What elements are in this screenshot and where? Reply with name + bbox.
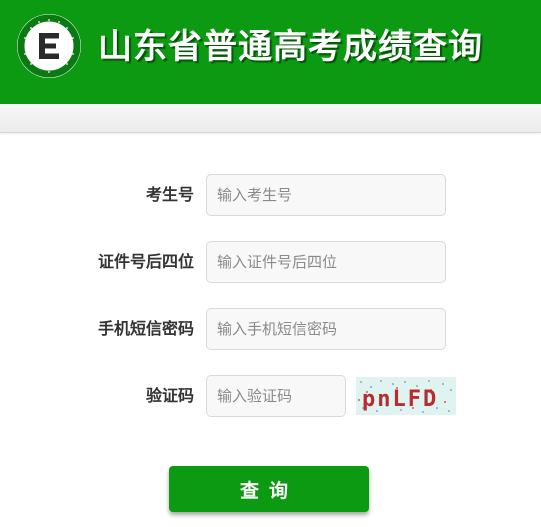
form-row-exam-number: 考生号 <box>0 174 541 216</box>
header-bar: 山东省普通高考成绩查询 <box>0 0 541 104</box>
exam-authority-logo-icon <box>17 14 81 78</box>
sms-password-label: 手机短信密码 <box>97 319 194 338</box>
query-button[interactable]: 查询 <box>169 466 369 512</box>
captcha-input[interactable] <box>206 375 346 417</box>
captcha-label: 验证码 <box>145 386 194 405</box>
form-row-sms-password: 手机短信密码 <box>0 308 541 350</box>
form-row-id-last-four: 证件号后四位 <box>0 241 541 283</box>
id-last-four-label: 证件号后四位 <box>97 252 194 271</box>
sub-header-bar <box>0 104 541 133</box>
sms-password-input[interactable] <box>206 308 446 350</box>
captcha-text: pnLFD <box>362 387 438 412</box>
captcha-image[interactable]: pnLFD <box>356 377 456 415</box>
id-last-four-input[interactable] <box>206 241 446 283</box>
form-row-captcha: 验证码 pnLFD <box>0 375 541 417</box>
page-title: 山东省普通高考成绩查询 <box>98 27 483 67</box>
exam-number-label: 考生号 <box>145 185 194 204</box>
exam-number-input[interactable] <box>206 174 446 216</box>
